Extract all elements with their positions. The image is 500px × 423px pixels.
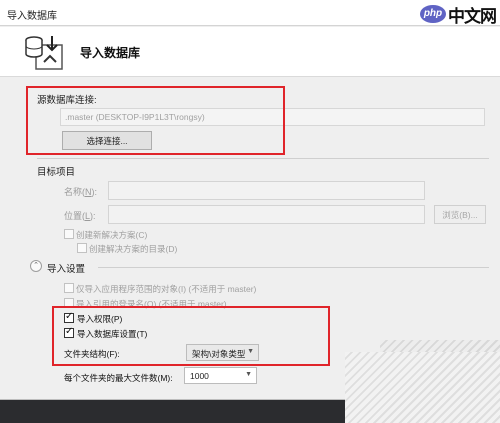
watermark-text: 中文网 <box>448 6 497 26</box>
chevron-down-icon: ▼ <box>245 371 252 378</box>
location-input[interactable] <box>108 205 425 224</box>
import-settings-label: 导入设置 <box>47 264 86 275</box>
name-input[interactable] <box>108 181 425 200</box>
header-title: 导入数据库 <box>80 46 141 60</box>
window-title: 导入数据库 <box>7 11 57 22</box>
highlight-box-source <box>26 86 285 155</box>
create-solution-label: 创建新解决方案(C) <box>76 230 148 240</box>
import-app-scope-checkbox[interactable] <box>64 283 74 293</box>
divider <box>98 267 489 268</box>
database-import-icon <box>25 36 63 70</box>
dialog-header: 导入数据库 <box>0 27 500 77</box>
create-solution-checkbox[interactable] <box>64 229 74 239</box>
collapse-settings-icon[interactable]: ⌃ <box>30 260 42 272</box>
import-app-scope-label: 仅导入应用程序范围的对象(I) (不适用于 master) <box>76 284 257 294</box>
create-solution-dir-checkbox[interactable] <box>77 243 87 253</box>
target-project-label: 目标项目 <box>37 167 76 178</box>
max-files-label: 每个文件夹的最大文件数(M): <box>64 373 173 383</box>
divider <box>37 158 489 159</box>
max-files-dropdown[interactable]: 1000 ▼ <box>184 367 257 384</box>
watermark-badge: php <box>420 5 446 23</box>
name-label: 名称(N): <box>64 187 97 197</box>
max-files-value: 1000 <box>190 371 209 381</box>
create-solution-dir-label: 创建解决方案的目录(D) <box>89 244 178 254</box>
background-texture <box>345 352 500 423</box>
location-label: 位置(L): <box>64 211 96 221</box>
background-area <box>0 400 345 423</box>
site-watermark: php 中文网 <box>420 4 497 26</box>
browse-button[interactable]: 浏览(B)... <box>434 205 486 224</box>
highlight-box-settings <box>52 306 330 366</box>
